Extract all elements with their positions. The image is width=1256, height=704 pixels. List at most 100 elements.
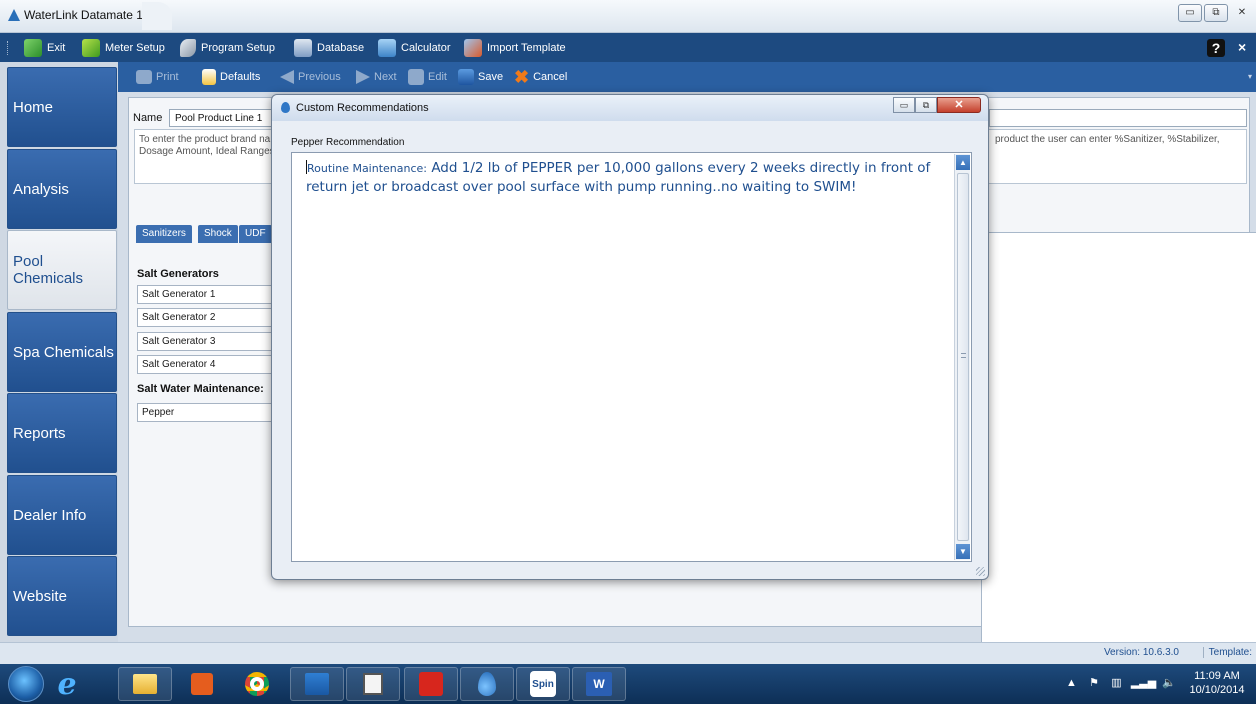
tab-sanitizers[interactable]: Sanitizers <box>136 225 192 243</box>
taskbar-calendar-app[interactable] <box>346 667 400 701</box>
close-window-button[interactable]: ✕ <box>1230 5 1254 23</box>
nav-home[interactable]: Home <box>7 67 117 147</box>
help-button[interactable]: ? <box>1207 39 1225 57</box>
meter-icon <box>82 39 100 57</box>
save-button[interactable]: Save <box>458 68 503 86</box>
exit-icon <box>24 39 42 57</box>
arrow-left-icon <box>280 70 294 84</box>
cancel-button[interactable]: ✖ Cancel <box>514 68 567 86</box>
toolbar-overflow-icon[interactable]: ▾ <box>1248 72 1252 81</box>
import-template-button[interactable]: Import Template <box>464 38 566 58</box>
name-field[interactable]: Pool Product Line 1 <box>169 109 277 127</box>
resize-grip-icon[interactable] <box>976 567 985 576</box>
program-setup-label: Program Setup <box>201 42 275 54</box>
internet-explorer-icon: e <box>57 666 77 702</box>
salt-water-maintenance-field[interactable]: Pepper <box>137 403 277 422</box>
maximize-button[interactable]: ⧉ <box>1204 4 1228 22</box>
print-button[interactable]: Print <box>136 68 179 86</box>
nav-spa-chemicals[interactable]: Spa Chemicals <box>7 312 117 392</box>
waterlink-logo-icon <box>8 9 20 21</box>
salt-generator-1-field[interactable]: Salt Generator 1 <box>137 285 277 304</box>
scroll-up-icon[interactable]: ▲ <box>956 155 970 170</box>
description-left-line1: To enter the product brand na <box>139 134 271 145</box>
dialog-maximize-button[interactable]: ⧉ <box>915 97 937 113</box>
waterdrop-icon <box>281 102 290 113</box>
nav-analysis[interactable]: Analysis <box>7 149 117 229</box>
close-panel-button[interactable]: × <box>1238 39 1246 55</box>
chrome-icon <box>245 672 269 696</box>
nav-dealer-info[interactable]: Dealer Info <box>7 475 117 555</box>
nav-pool-chemicals[interactable]: Pool Chemicals <box>7 230 117 310</box>
window-controls: ▭ ⧉ ✕ <box>1176 4 1254 24</box>
start-button[interactable] <box>8 666 44 702</box>
next-button[interactable]: Next <box>356 68 397 86</box>
scroll-down-icon[interactable]: ▼ <box>956 544 970 559</box>
tab-shock[interactable]: Shock <box>198 225 238 243</box>
database-icon <box>294 39 312 57</box>
taskbar-word[interactable]: W <box>572 667 626 701</box>
signal-icon[interactable]: ▂▃▅ <box>1131 677 1156 689</box>
database-button[interactable]: Database <box>294 38 364 58</box>
dialog-minimize-button[interactable]: ▭ <box>893 97 915 113</box>
recommendation-text: Routine Maintenance: Add 1/2 lb of PEPPE… <box>306 159 946 197</box>
taskbar-outlook[interactable] <box>290 667 344 701</box>
network-icon[interactable]: ▥ <box>1111 677 1121 689</box>
nav-reports[interactable]: Reports <box>7 393 117 473</box>
salt-generator-4-field[interactable]: Salt Generator 4 <box>137 355 277 374</box>
website-field[interactable] <box>989 109 1247 127</box>
tab-udf[interactable]: UDF <box>239 225 272 243</box>
taskbar-spin[interactable]: Spin <box>516 667 570 701</box>
edit-button[interactable]: Edit <box>408 68 447 86</box>
taskbar-clock[interactable]: 11:09 AM 10/10/2014 <box>1188 669 1246 697</box>
volume-icon[interactable]: 🔈 <box>1162 677 1176 689</box>
recommendation-prefix: Routine Maintenance: <box>307 162 428 175</box>
titlebar-tab-decoration <box>142 2 172 30</box>
tray-expand-icon[interactable]: ▲ <box>1066 677 1077 689</box>
clock-date: 10/10/2014 <box>1189 684 1245 696</box>
cancel-label: Cancel <box>533 71 568 83</box>
taskbar-e-app[interactable] <box>404 667 458 701</box>
salt-generator-2-field[interactable]: Salt Generator 2 <box>137 308 277 327</box>
import-template-label: Import Template <box>487 42 566 54</box>
e-app-icon <box>419 672 443 696</box>
taskbar-chrome[interactable] <box>230 667 284 701</box>
nav-analysis-label: Analysis <box>13 180 69 198</box>
calculator-button[interactable]: Calculator <box>378 38 451 58</box>
scroll-thumb[interactable] <box>957 173 969 541</box>
word-icon: W <box>586 672 612 696</box>
nav-website-label: Website <box>13 587 67 605</box>
dialog-close-button[interactable]: ✕ <box>937 97 981 113</box>
dialog-title: Custom Recommendations <box>296 102 429 114</box>
defaults-label: Defaults <box>220 71 261 83</box>
program-setup-button[interactable]: Program Setup <box>180 38 275 58</box>
vertical-scrollbar[interactable]: ▲ ▼ <box>954 154 970 560</box>
windows-taskbar: e Spin W ▲ ⚑ ▥ ▂▃▅ 🔈 11:09 AM 10/10/2014 <box>0 664 1256 704</box>
previous-button[interactable]: Previous <box>280 68 341 86</box>
calculator-icon <box>378 39 396 57</box>
exit-button[interactable]: Exit <box>24 38 65 58</box>
defaults-button[interactable]: Defaults <box>202 68 260 86</box>
nav-dealer-info-label: Dealer Info <box>13 506 87 524</box>
database-label: Database <box>317 42 365 54</box>
salt-generator-3-field[interactable]: Salt Generator 3 <box>137 332 277 351</box>
print-label: Print <box>156 71 179 83</box>
taskbar-internet-explorer[interactable]: e <box>40 666 94 702</box>
recommendation-textarea[interactable]: Routine Maintenance: Add 1/2 lb of PEPPE… <box>291 152 972 562</box>
nav-pool-chemicals-label: Pool Chemicals <box>13 253 84 287</box>
waterlink-icon <box>478 672 496 696</box>
meter-setup-button[interactable]: Meter Setup <box>82 38 165 58</box>
pepper-recommendation-label: Pepper Recommendation <box>291 137 405 148</box>
sidebar-nav: Home Analysis Pool Chemicals Spa Chemica… <box>0 62 118 642</box>
toolbar-grip <box>7 41 9 55</box>
dialog-titlebar: Custom Recommendations ▭ ⧉ ✕ <box>272 95 988 121</box>
exit-label: Exit <box>47 42 66 54</box>
clock-time: 11:09 AM <box>1194 670 1240 682</box>
nav-home-label: Home <box>13 98 54 116</box>
edit-label: Edit <box>428 71 447 83</box>
taskbar-waterlink[interactable] <box>460 667 514 701</box>
minimize-button[interactable]: ▭ <box>1178 4 1202 22</box>
taskbar-media[interactable] <box>175 667 229 701</box>
taskbar-file-explorer[interactable] <box>118 667 172 701</box>
nav-website[interactable]: Website <box>7 556 117 636</box>
flag-icon[interactable]: ⚑ <box>1089 677 1099 689</box>
